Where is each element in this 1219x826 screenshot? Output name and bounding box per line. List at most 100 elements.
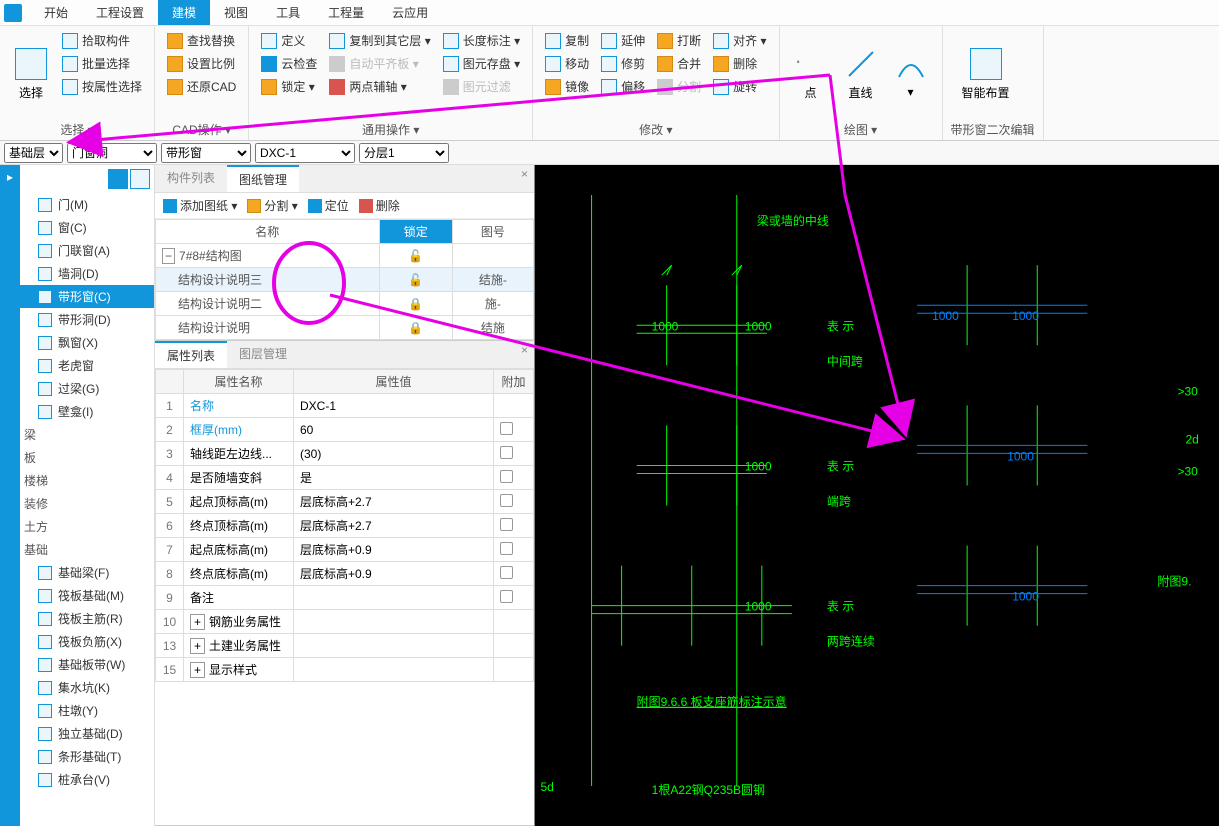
property-row[interactable]: 6终点顶标高(m)层底标高+2.7 xyxy=(156,514,534,538)
property-row[interactable]: 8终点底标高(m)层底标高+0.9 xyxy=(156,562,534,586)
lock-icon[interactable]: 🔒 xyxy=(408,321,423,335)
pick-component-button[interactable]: 拾取构件 xyxy=(58,30,146,51)
property-row[interactable]: 10+钢筋业务属性 xyxy=(156,610,534,634)
offset-button[interactable]: 偏移 xyxy=(597,76,649,97)
property-row[interactable]: 2框厚(mm)60 xyxy=(156,418,534,442)
copy-to-floor-button[interactable]: 复制到其它层 ▾ xyxy=(325,30,434,51)
extra-checkbox[interactable] xyxy=(500,518,513,531)
select-group-title[interactable]: 选择 ▾ xyxy=(8,118,146,138)
drawing-panel-close-icon[interactable]: × xyxy=(515,165,534,192)
tree-item[interactable]: 独立基础(D) xyxy=(20,722,154,745)
break-button[interactable]: 打断 xyxy=(653,30,705,51)
define-button[interactable]: 定义 xyxy=(257,30,321,51)
tree-item[interactable]: 基础梁(F) xyxy=(20,561,154,584)
property-row[interactable]: 13+土建业务属性 xyxy=(156,634,534,658)
restore-cad-button[interactable]: 还原CAD xyxy=(163,76,240,97)
tab-property-list[interactable]: 属性列表 xyxy=(155,341,227,368)
batch-select-button[interactable]: 批量选择 xyxy=(58,53,146,74)
cloud-check-button[interactable]: 云检查 xyxy=(257,53,321,74)
move-button[interactable]: 移动 xyxy=(541,53,593,74)
select-by-property-button[interactable]: 按属性选择 xyxy=(58,76,146,97)
combo-floor[interactable]: 分层1 xyxy=(359,143,449,163)
drawing-row[interactable]: 结构设计说明三🔓结施- xyxy=(156,268,534,292)
property-row[interactable]: 7起点底标高(m)层底标高+0.9 xyxy=(156,538,534,562)
tree-item[interactable]: 带形洞(D) xyxy=(20,308,154,331)
combo-layer[interactable]: 基础层 xyxy=(4,143,63,163)
drawing-row[interactable]: 结构设计说明二🔒施- xyxy=(156,292,534,316)
menu-modeling[interactable]: 建模 xyxy=(158,0,210,25)
select-big-button[interactable]: 选择 xyxy=(8,30,54,118)
property-row[interactable]: 3轴线距左边线...(30) xyxy=(156,442,534,466)
tree-group[interactable]: 装修 xyxy=(20,492,154,515)
tab-drawing-manage[interactable]: 图纸管理 xyxy=(227,165,299,192)
tree-item[interactable]: 基础板带(W) xyxy=(20,653,154,676)
tree-item[interactable]: 门(M) xyxy=(20,193,154,216)
tree-group[interactable]: 梁 xyxy=(20,423,154,446)
tree-item[interactable]: 筏板主筋(R) xyxy=(20,607,154,630)
tree-item[interactable]: 条形基础(T) xyxy=(20,745,154,768)
menu-tools[interactable]: 工具 xyxy=(262,0,314,25)
extra-checkbox[interactable] xyxy=(500,494,513,507)
extra-checkbox[interactable] xyxy=(500,422,513,435)
tree-group[interactable]: 板 xyxy=(20,446,154,469)
smart-layout-button[interactable]: 智能布置 xyxy=(951,30,1021,118)
general-group-title[interactable]: 通用操作 ▾ xyxy=(257,118,524,138)
tree-item[interactable]: 过梁(G) xyxy=(20,377,154,400)
tree-item[interactable]: 集水坑(K) xyxy=(20,676,154,699)
tree-item[interactable]: 柱墩(Y) xyxy=(20,699,154,722)
lock-button[interactable]: 锁定 ▾ xyxy=(257,76,321,97)
tab-layer-manage[interactable]: 图层管理 xyxy=(227,341,299,368)
menu-cloud[interactable]: 云应用 xyxy=(378,0,442,25)
property-panel-close-icon[interactable]: × xyxy=(515,341,534,368)
curve-button[interactable]: ▾ xyxy=(888,30,934,118)
tree-item[interactable]: 墙洞(D) xyxy=(20,262,154,285)
tab-component-list[interactable]: 构件列表 xyxy=(155,165,227,192)
menu-start[interactable]: 开始 xyxy=(30,0,82,25)
extra-checkbox[interactable] xyxy=(500,590,513,603)
tree-item[interactable]: 带形窗(C) xyxy=(20,285,154,308)
lock-icon[interactable]: 🔒 xyxy=(408,297,423,311)
tree-view-grid-icon[interactable] xyxy=(130,169,150,189)
align-button[interactable]: 对齐 ▾ xyxy=(709,30,770,51)
extra-checkbox[interactable] xyxy=(500,542,513,555)
set-scale-button[interactable]: 设置比例 xyxy=(163,53,240,74)
tree-item[interactable]: 桩承台(V) xyxy=(20,768,154,791)
tree-item[interactable]: 筏板基础(M) xyxy=(20,584,154,607)
drawing-row[interactable]: −7#8#结构图🔓 xyxy=(156,244,534,268)
menu-project-settings[interactable]: 工程设置 xyxy=(82,0,158,25)
draw-group-title[interactable]: 绘图 ▾ xyxy=(788,118,934,138)
lock-icon[interactable]: 🔓 xyxy=(408,273,423,287)
find-replace-button[interactable]: 查找替换 xyxy=(163,30,240,51)
tree-group[interactable]: 楼梯 xyxy=(20,469,154,492)
combo-type[interactable]: 带形窗 xyxy=(161,143,251,163)
two-point-axis-button[interactable]: 两点辅轴 ▾ xyxy=(325,76,434,97)
combo-name[interactable]: DXC-1 xyxy=(255,143,355,163)
tree-view-list-icon[interactable] xyxy=(108,169,128,189)
delete-button[interactable]: 删除 xyxy=(709,53,770,74)
point-button[interactable]: ·点 xyxy=(788,30,834,118)
property-row[interactable]: 1名称DXC-1 xyxy=(156,394,534,418)
extra-checkbox[interactable] xyxy=(500,470,513,483)
modify-group-title[interactable]: 修改 ▾ xyxy=(541,118,770,138)
menu-quantities[interactable]: 工程量 xyxy=(314,0,378,25)
cad-canvas[interactable]: 梁或墙的中线 1000 1000 表 示 中间跨 1000 表 示 端跨 100… xyxy=(535,165,1219,826)
save-element-button[interactable]: 图元存盘 ▾ xyxy=(439,53,524,74)
line-button[interactable]: 直线 xyxy=(838,30,884,118)
tree-item[interactable]: 筏板负筋(X) xyxy=(20,630,154,653)
trim-button[interactable]: 修剪 xyxy=(597,53,649,74)
tree-item[interactable]: 窗(C) xyxy=(20,216,154,239)
split-drawing-button[interactable]: 分割 ▾ xyxy=(247,197,297,214)
combo-category[interactable]: 门窗洞 xyxy=(67,143,157,163)
locate-drawing-button[interactable]: 定位 xyxy=(308,197,349,214)
property-row[interactable]: 5起点顶标高(m)层底标高+2.7 xyxy=(156,490,534,514)
property-row[interactable]: 4是否随墙变斜是 xyxy=(156,466,534,490)
add-drawing-button[interactable]: 添加图纸 ▾ xyxy=(163,197,237,214)
property-row[interactable]: 15+显示样式 xyxy=(156,658,534,682)
extend-button[interactable]: 延伸 xyxy=(597,30,649,51)
sidebar-toggle-icon[interactable]: ▸ xyxy=(0,165,20,189)
menu-view[interactable]: 视图 xyxy=(210,0,262,25)
tree-item[interactable]: 门联窗(A) xyxy=(20,239,154,262)
drawing-row[interactable]: 结构设计说明🔒结施 xyxy=(156,316,534,340)
merge-button[interactable]: 合并 xyxy=(653,53,705,74)
property-row[interactable]: 9备注 xyxy=(156,586,534,610)
